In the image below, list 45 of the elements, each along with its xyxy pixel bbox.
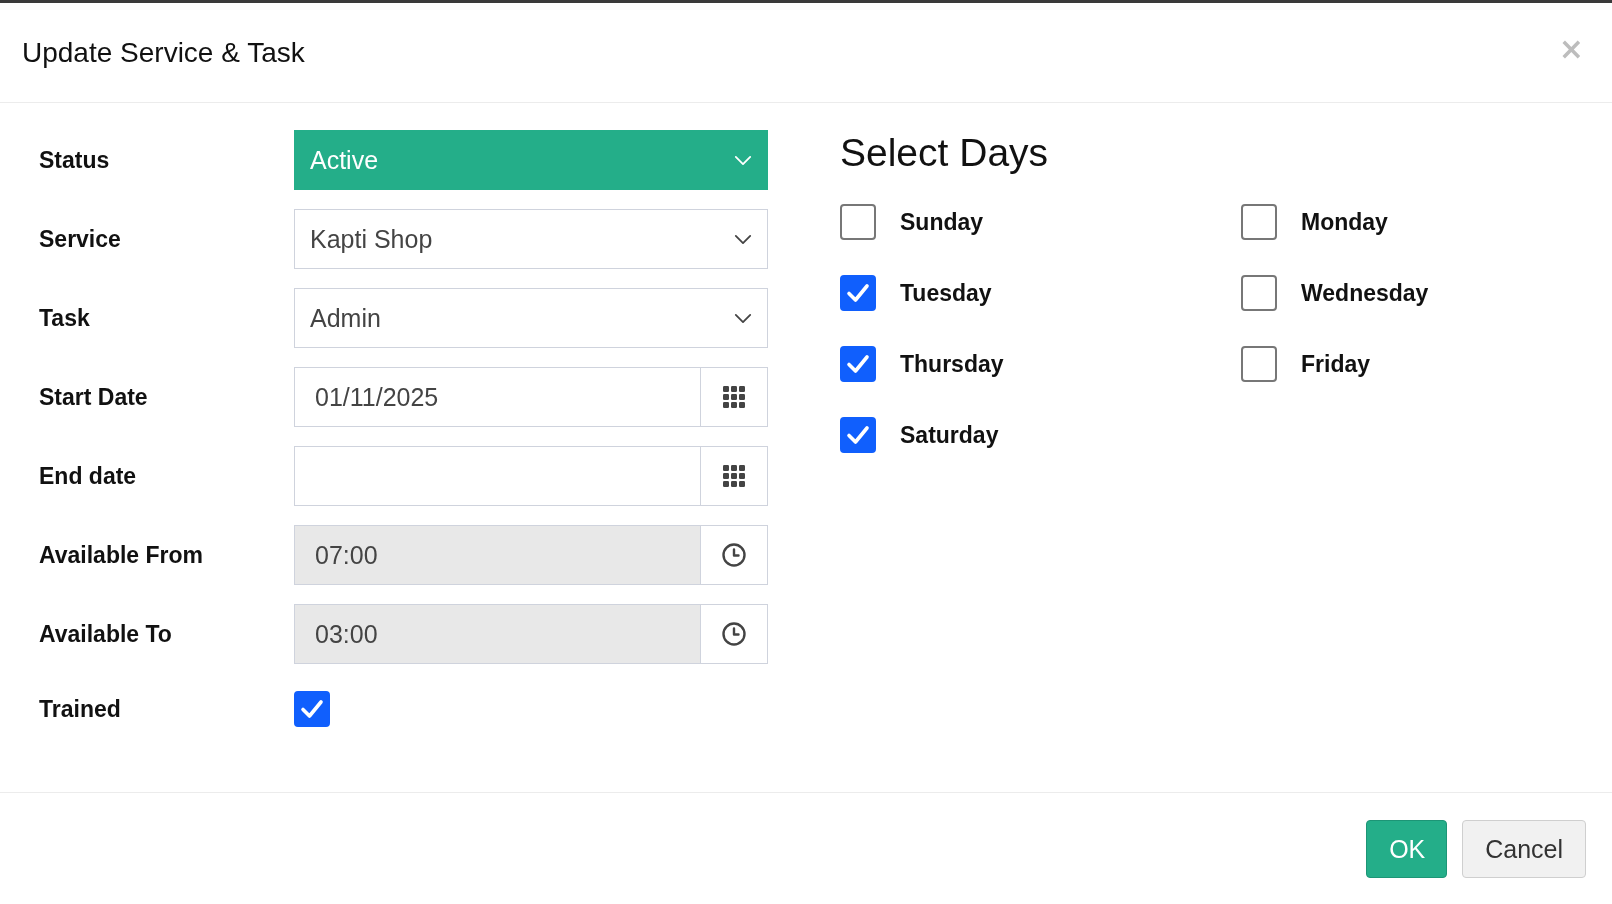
grid-icon <box>723 465 745 487</box>
checkbox[interactable] <box>840 417 876 453</box>
calendar-button[interactable] <box>700 367 768 427</box>
field-label: Status <box>39 146 111 174</box>
date-field[interactable] <box>294 446 700 506</box>
day-label: Sunday <box>900 208 984 236</box>
date-field[interactable]: 01/11/2025 <box>294 367 700 427</box>
grid-icon <box>723 386 745 408</box>
chevron-down-icon <box>734 154 752 166</box>
checkmark-icon <box>846 354 870 374</box>
dialog-title: Update Service & Task <box>22 36 305 69</box>
checkmark-icon <box>300 699 324 719</box>
field-label: Available From <box>39 541 205 569</box>
checkbox[interactable] <box>840 275 876 311</box>
checkbox[interactable] <box>840 204 876 240</box>
cancel-button[interactable]: Cancel <box>1462 820 1586 878</box>
clock-icon <box>722 622 746 646</box>
checkbox[interactable] <box>1241 275 1277 311</box>
field-label: End date <box>39 462 138 490</box>
dropdown[interactable]: Kapti Shop <box>294 209 768 269</box>
field-label: Service <box>39 225 122 253</box>
field-label: Available To <box>39 620 173 648</box>
day-label: Monday <box>1301 208 1388 236</box>
checkmark-icon <box>846 283 870 303</box>
section-heading: Select Days <box>840 130 1049 176</box>
checkbox[interactable] <box>840 346 876 382</box>
day-label: Friday <box>1301 350 1371 378</box>
checkmark-icon <box>846 425 870 445</box>
clock-icon <box>722 543 746 567</box>
field-label: Start Date <box>39 383 149 411</box>
checkbox[interactable] <box>294 691 330 727</box>
field-label: Task <box>39 304 91 332</box>
day-label: Tuesday <box>900 279 992 307</box>
checkbox[interactable] <box>1241 204 1277 240</box>
field-label: Trained <box>39 695 122 723</box>
chevron-down-icon <box>734 233 752 245</box>
checkbox[interactable] <box>1241 346 1277 382</box>
chevron-down-icon <box>734 312 752 324</box>
day-label: Saturday <box>900 421 999 449</box>
day-label: Thursday <box>900 350 1004 378</box>
clock-button[interactable] <box>700 525 768 585</box>
dropdown[interactable]: Admin <box>294 288 768 348</box>
calendar-button[interactable] <box>700 446 768 506</box>
clock-button[interactable] <box>700 604 768 664</box>
day-label: Wednesday <box>1301 279 1429 307</box>
